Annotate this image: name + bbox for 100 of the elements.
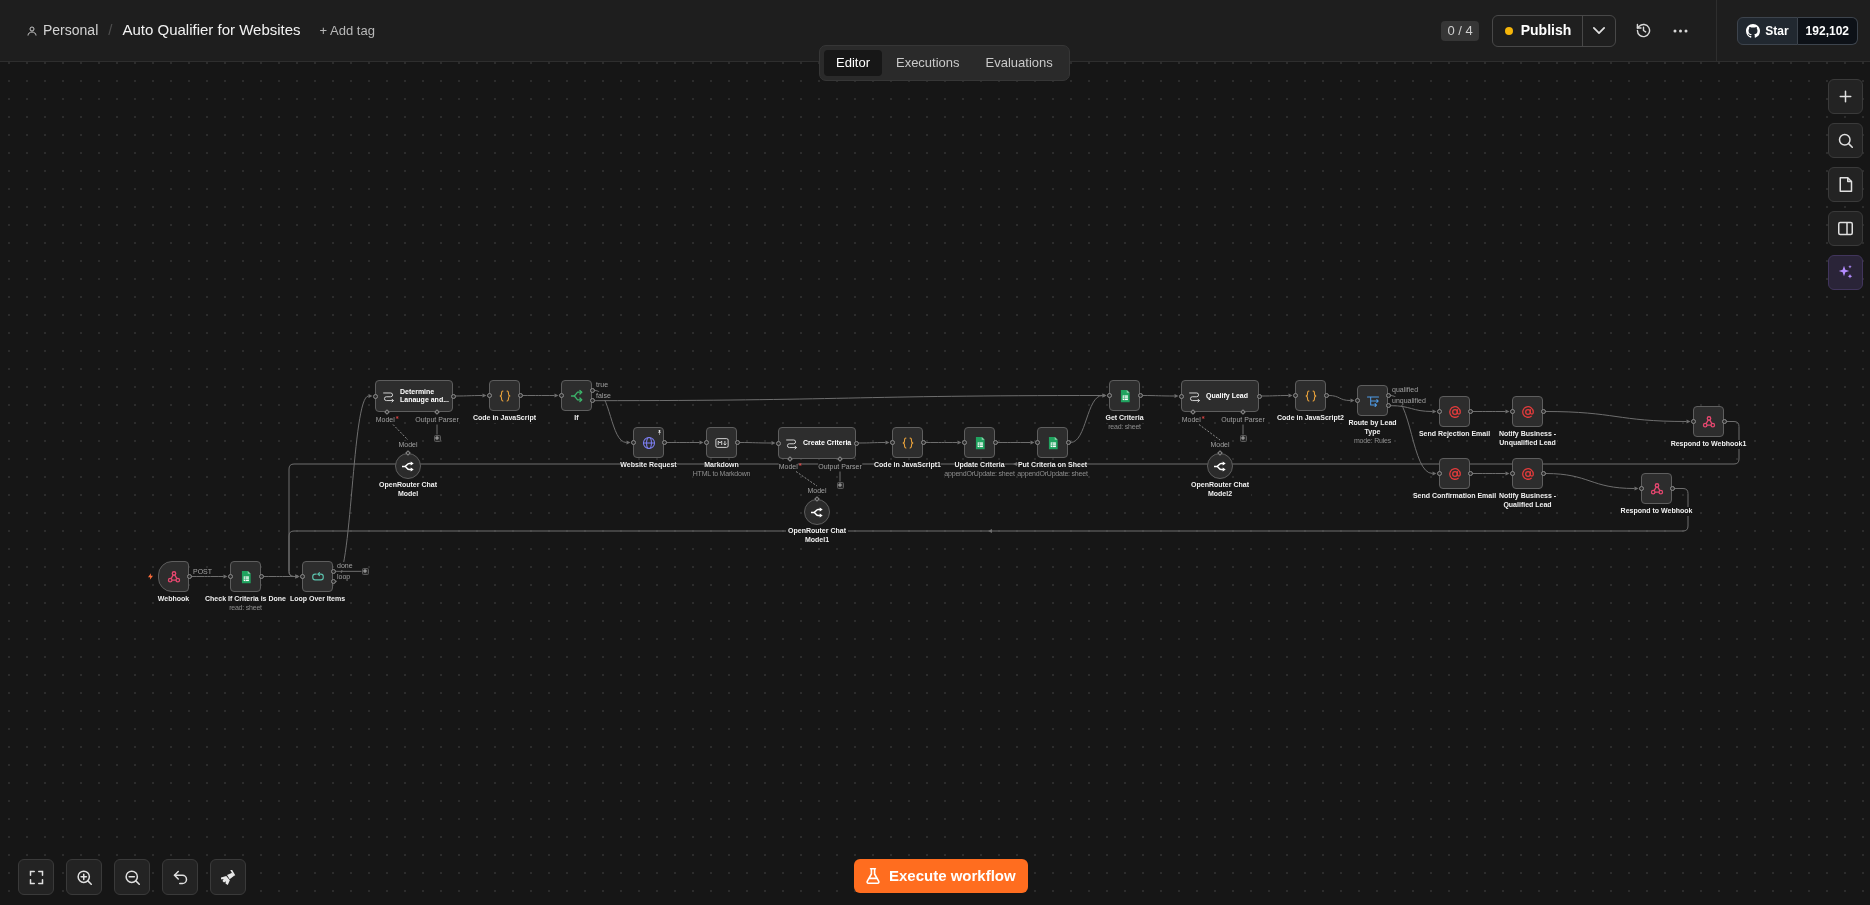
input-handle[interactable]	[1354, 398, 1360, 403]
input-handle[interactable]	[372, 393, 378, 399]
add-node-button[interactable]	[361, 567, 369, 575]
input-handle[interactable]	[1178, 393, 1184, 399]
fit-view-button[interactable]	[18, 859, 54, 895]
input-handle[interactable]	[1690, 419, 1696, 424]
workflow-node[interactable]	[561, 380, 592, 411]
output-handle[interactable]	[1669, 486, 1675, 491]
output-handle[interactable]	[992, 440, 998, 445]
output-handle[interactable]	[1323, 393, 1329, 398]
workflow-node[interactable]	[230, 561, 261, 592]
output-handle[interactable]	[517, 393, 523, 398]
workflow-node[interactable]	[1109, 380, 1140, 411]
output-handle[interactable]	[1256, 393, 1262, 399]
connection-line	[1261, 393, 1293, 398]
routing-icon	[1365, 393, 1380, 408]
tab[interactable]: Executions	[883, 50, 972, 76]
workflow-node[interactable]	[302, 561, 333, 592]
add-node-button[interactable]	[433, 434, 441, 442]
output-handle[interactable]	[661, 440, 667, 445]
add-tag-button[interactable]: + Add tag	[319, 20, 375, 41]
sub-node[interactable]	[1207, 453, 1233, 479]
workflow-name[interactable]: Auto Qualifier for Websites	[122, 19, 301, 42]
input-handle[interactable]	[1509, 471, 1515, 476]
input-handle[interactable]	[299, 574, 305, 579]
input-handle[interactable]	[227, 574, 233, 579]
add-node-button[interactable]	[836, 481, 844, 489]
input-handle[interactable]	[558, 393, 564, 398]
output-handle[interactable]	[734, 440, 740, 445]
output-handle[interactable]	[853, 440, 859, 446]
output-handle[interactable]	[1137, 393, 1143, 398]
input-handle[interactable]	[703, 440, 709, 445]
loop-arrow-icon	[310, 569, 325, 584]
zoom-out-icon	[124, 869, 140, 885]
input-handle[interactable]	[486, 393, 492, 398]
output-handle[interactable]	[1540, 409, 1546, 414]
tab[interactable]: Evaluations	[973, 50, 1065, 76]
output-handle[interactable]	[920, 440, 926, 445]
workflow-node[interactable]	[1037, 427, 1068, 458]
tidy-up-button[interactable]	[210, 859, 246, 895]
output-handle[interactable]	[186, 574, 192, 579]
webhook-icon	[1649, 481, 1664, 496]
input-handle[interactable]	[1292, 393, 1298, 398]
sub-node[interactable]	[804, 499, 830, 525]
input-handle[interactable]	[630, 440, 636, 445]
input-handle[interactable]	[1638, 486, 1644, 491]
search-button[interactable]	[1828, 123, 1863, 158]
note-icon	[1838, 177, 1853, 192]
input-handle[interactable]	[889, 440, 895, 445]
sub-node[interactable]	[395, 453, 421, 479]
workflow-node[interactable]	[1512, 458, 1543, 489]
history-icon	[1635, 23, 1651, 38]
star-count[interactable]: 192,102	[1797, 16, 1858, 45]
output-handle[interactable]	[1540, 471, 1546, 476]
input-handle[interactable]	[1436, 471, 1442, 476]
input-handle[interactable]	[1436, 409, 1442, 414]
input-handle[interactable]	[1106, 393, 1112, 398]
workflow-node[interactable]	[706, 427, 737, 458]
person-icon	[26, 24, 38, 37]
at-sign-icon	[1447, 466, 1462, 481]
sticky-note-button[interactable]	[1828, 167, 1863, 202]
input-handle[interactable]	[775, 440, 781, 446]
breadcrumb-separator: /	[108, 20, 113, 41]
workflow-node[interactable]	[158, 561, 189, 592]
workflow-node[interactable]	[964, 427, 995, 458]
output-handle[interactable]	[1467, 409, 1473, 414]
input-handle[interactable]	[961, 440, 967, 445]
ai-assistant-button[interactable]	[1828, 255, 1863, 290]
input-handle[interactable]	[384, 409, 390, 415]
at-sign-icon	[1520, 466, 1535, 481]
input-handle[interactable]	[1509, 409, 1515, 414]
github-star-button[interactable]: Star	[1737, 16, 1798, 45]
panel-toggle-button[interactable]	[1828, 211, 1863, 246]
workflow-node[interactable]	[1439, 396, 1470, 427]
output-handle[interactable]	[1467, 471, 1473, 476]
workflow-node[interactable]	[1357, 385, 1388, 416]
output-handle[interactable]	[258, 574, 264, 579]
workflow-node[interactable]	[892, 427, 923, 458]
output-handle[interactable]	[1065, 440, 1071, 445]
zoom-out-button[interactable]	[114, 859, 150, 895]
undo-button[interactable]	[162, 859, 198, 895]
connection-stub-line	[335, 570, 362, 572]
workflow-node[interactable]	[1693, 406, 1724, 437]
workflow-node[interactable]	[633, 427, 664, 458]
workflow-node[interactable]	[1641, 473, 1672, 504]
workflow-node[interactable]	[1439, 458, 1470, 489]
output-handle[interactable]	[814, 496, 820, 502]
add-node-button[interactable]	[1239, 434, 1247, 442]
workflow-node[interactable]	[1512, 396, 1543, 427]
publish-button[interactable]: Publish	[1492, 15, 1583, 46]
workflow-node[interactable]	[1295, 380, 1326, 411]
breadcrumb-link[interactable]: Personal	[43, 20, 99, 41]
output-handle[interactable]	[1721, 419, 1727, 424]
input-handle[interactable]	[1034, 440, 1040, 445]
add-node-button[interactable]	[1828, 79, 1863, 114]
workflow-node[interactable]	[489, 380, 520, 411]
tab[interactable]: Editor	[824, 50, 882, 76]
connection-line	[522, 393, 559, 398]
zoom-in-button[interactable]	[66, 859, 102, 895]
output-handle[interactable]	[450, 393, 456, 399]
